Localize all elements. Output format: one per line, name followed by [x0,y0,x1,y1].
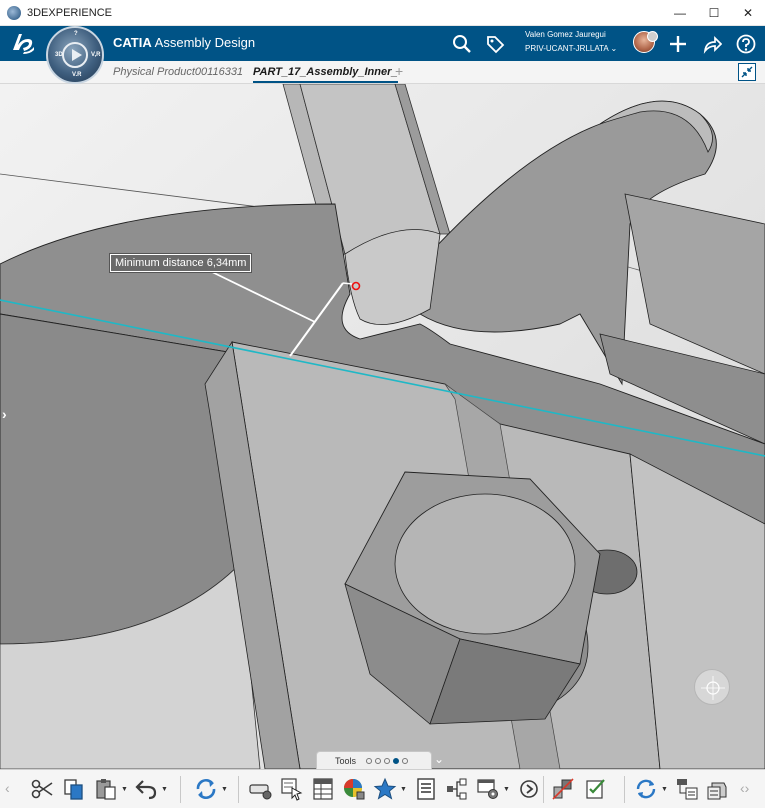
refresh-icon[interactable] [634,777,658,801]
tools-page-dots [366,757,409,764]
window-title-bar: 3DEXPERIENCE — ☐ ✕ [0,0,765,26]
clash-icon[interactable] [551,777,575,801]
dassault-logo-icon[interactable] [10,30,36,56]
tools-label: Tools [335,755,357,766]
user-info[interactable]: Valen Gomez Jauregui PRIV-UCANT-JRLLATA … [525,30,630,53]
measure-label: Minimum distance 6,34mm [108,253,253,273]
help-icon[interactable] [736,34,756,54]
user-name: Valen Gomez Jauregui [525,30,606,39]
compass-label-help[interactable]: ? [74,31,78,37]
scissors-icon[interactable] [30,777,54,801]
page-dot-active[interactable] [393,757,400,764]
page-dot[interactable] [375,757,382,764]
maximize-button[interactable]: ☐ [697,0,731,26]
action-bar: ‹ ▼ ▼ ▼ ▼ ▼ ▼ ‹› [0,769,765,808]
undo-dropdown-icon[interactable]: ▼ [161,786,168,793]
close-button[interactable]: ✕ [731,0,765,26]
scroll-right-icon[interactable]: ‹› [740,780,749,796]
copy-icon[interactable] [62,777,86,801]
tools-tab[interactable]: Tools [316,751,432,769]
list-icon[interactable] [414,777,438,801]
app-header: CATIA Assembly Design Valen Gomez Jaureg… [0,26,765,61]
page-dot[interactable] [366,757,373,764]
window-title: 3DEXPERIENCE [27,6,112,19]
page-dot[interactable] [384,757,391,764]
chevron-down-icon[interactable]: ⌄ [434,752,444,766]
drive-settings-icon[interactable] [249,777,273,801]
collapse-icon[interactable] [738,63,756,81]
favorite-dropdown-icon[interactable]: ▼ [400,786,407,793]
app-name: CATIA Assembly Design [113,35,255,50]
compass-label-vr[interactable]: V.R [72,72,81,78]
tenant-name: PRIV-UCANT-JRLLATA [525,44,609,53]
properties-dropdown-icon[interactable]: ▼ [503,786,510,793]
chevron-down-icon[interactable]: ⌄ [611,44,618,53]
search-icon[interactable] [452,34,472,54]
tab-physical-product[interactable]: Physical Product00116331 [113,66,243,78]
minimize-button[interactable]: — [663,0,697,26]
page-dot[interactable] [402,757,409,764]
compass-label-3d[interactable]: 3D [55,52,63,58]
3d-model-render[interactable] [0,84,765,769]
compass-label-vr-right[interactable]: V,R [91,52,100,58]
update-dropdown-icon[interactable]: ▼ [221,786,228,793]
paste-dropdown-icon[interactable]: ▼ [121,786,128,793]
plus-icon[interactable] [668,34,688,54]
3dexperience-app-icon [7,5,21,20]
play-icon[interactable] [62,42,88,68]
avatar[interactable] [633,31,658,53]
tab-bar: Physical Product00116331 PART_17_Assembl… [0,61,765,84]
tab-part-17[interactable]: PART_17_Assembly_Inner_ [253,66,398,83]
tree-structure-icon[interactable] [445,777,469,801]
tag-icon[interactable] [485,34,505,54]
scroll-left-icon[interactable]: ‹ [5,780,10,796]
chevron-right-icon[interactable]: › [2,406,7,422]
paste-icon[interactable] [94,777,118,801]
app-title: Assembly Design [154,35,256,50]
3d-viewport[interactable]: Minimum distance 6,34mm › [0,84,765,769]
compass-icon[interactable]: 3D V.R V,R ? [46,26,104,84]
undo-icon[interactable] [134,777,158,801]
favorite-star-icon[interactable] [373,777,397,801]
stack-icon[interactable] [706,777,730,801]
robot-compass-icon[interactable] [694,669,730,705]
select-icon[interactable] [280,777,304,801]
update-icon[interactable] [194,777,218,801]
share-icon[interactable] [702,34,722,54]
table-icon[interactable] [311,777,335,801]
color-globe-icon[interactable] [342,777,366,801]
checklist-icon[interactable] [584,777,608,801]
refresh-dropdown-icon[interactable]: ▼ [661,786,668,793]
brand-name: CATIA [113,35,152,50]
properties-icon[interactable] [476,777,500,801]
hierarchy-icon[interactable] [675,777,699,801]
add-tab-button[interactable]: + [395,63,403,79]
play-next-icon[interactable] [517,777,541,801]
